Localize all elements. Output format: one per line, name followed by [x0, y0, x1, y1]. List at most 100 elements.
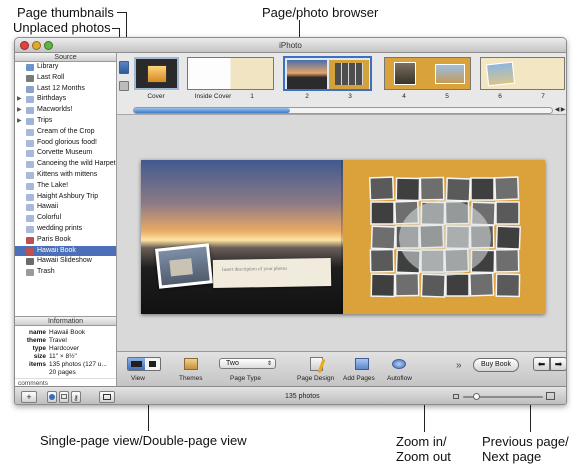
disclosure-triangle-icon[interactable]: ▶ — [17, 116, 22, 127]
page-4-photo — [394, 62, 416, 85]
source-item[interactable]: Last 12 Months — [15, 84, 116, 95]
zoom-window-button[interactable] — [44, 41, 53, 50]
single-page-view-button[interactable] — [145, 358, 160, 370]
source-item[interactable]: Hawaii Book — [15, 245, 116, 257]
more-chevron-icon[interactable]: » — [456, 360, 462, 371]
photo-collage[interactable] — [343, 160, 545, 314]
collage-tile[interactable] — [370, 273, 396, 298]
minimize-window-button[interactable] — [32, 41, 41, 50]
buy-book-button[interactable]: Buy Book — [473, 358, 519, 372]
page-thumb-4-5[interactable] — [384, 57, 471, 90]
source-item[interactable]: Corvette Museum — [15, 148, 116, 159]
page-label: 5 — [445, 93, 449, 100]
source-item[interactable]: ▶ Birthdays — [15, 94, 116, 105]
album-icon — [26, 182, 34, 190]
previous-page-button[interactable]: ⬅ — [533, 357, 550, 371]
collage-tile[interactable] — [495, 273, 521, 298]
next-page-button[interactable]: ➡ — [550, 357, 566, 371]
page-thumb-inside-cover[interactable] — [187, 57, 274, 90]
source-item[interactable]: Hawaii Slideshow — [15, 256, 116, 267]
collage-tile[interactable] — [470, 177, 495, 201]
left-page[interactable]: Insert description of your photos — [141, 160, 343, 314]
source-item[interactable]: Library — [15, 62, 116, 73]
collage-tile[interactable] — [493, 176, 520, 201]
zoom-slider-knob[interactable] — [473, 393, 480, 400]
keywords-button[interactable]: ⚷ — [71, 391, 81, 403]
source-item[interactable]: Trash — [15, 267, 116, 278]
page-thumb-6-7[interactable] — [480, 57, 565, 90]
right-page[interactable] — [343, 160, 545, 314]
source-item[interactable]: Paris Book — [15, 235, 116, 246]
source-item[interactable]: Colorful — [15, 213, 116, 224]
disclosure-triangle-icon[interactable]: ▶ — [17, 94, 22, 105]
info-button[interactable] — [47, 391, 57, 403]
collage-tile[interactable] — [495, 225, 521, 250]
disclosure-triangle-icon[interactable]: ▶ — [17, 105, 22, 116]
collage-tile[interactable] — [494, 248, 520, 273]
view-toggle[interactable] — [127, 357, 161, 371]
collage-tile[interactable] — [420, 273, 446, 298]
page-label: Inside Cover — [194, 93, 232, 100]
page-label: 3 — [348, 93, 352, 100]
page-design-button[interactable] — [309, 357, 327, 374]
page-label: 4 — [402, 93, 406, 100]
source-item[interactable]: Canoeing the wild Harpeth — [15, 159, 116, 170]
unplaced-photos-toggle[interactable] — [119, 81, 129, 91]
page-type-select[interactable]: Two ⇕ — [219, 358, 276, 369]
collage-tile[interactable] — [395, 177, 421, 202]
source-item[interactable]: ▶ Macworlds! — [15, 105, 116, 116]
source-item-label: Hawaii — [37, 203, 59, 211]
callout-next-page: Next page — [482, 449, 542, 464]
add-pages-button[interactable] — [353, 357, 371, 373]
collage-tile[interactable] — [495, 201, 520, 225]
page-thumbnails-toggle[interactable] — [119, 61, 129, 74]
collage-tile[interactable] — [445, 273, 470, 297]
info-row: name Hawaii Book — [15, 329, 116, 337]
info-value: 20 pages — [49, 369, 76, 376]
select-arrows-icon: ⇕ — [266, 361, 272, 367]
source-item-label: Food glorious food! — [37, 138, 97, 146]
book-spread[interactable]: Insert description of your photos — [141, 160, 545, 314]
collage-tile[interactable] — [370, 201, 395, 225]
collage-tile[interactable] — [419, 176, 445, 201]
page-label: 2 — [305, 93, 309, 100]
source-item[interactable]: Cream of the Crop — [15, 127, 116, 138]
close-window-button[interactable] — [20, 41, 29, 50]
source-item-label: Colorful — [37, 214, 62, 222]
page-browser-scrollbar[interactable] — [133, 107, 553, 114]
collage-tile[interactable] — [394, 272, 420, 297]
scroll-right-button[interactable]: ▶ — [560, 106, 566, 114]
collage-tile[interactable] — [468, 272, 495, 297]
autoflow-button[interactable] — [390, 357, 408, 373]
collage-tile[interactable] — [368, 176, 395, 201]
callout-zoom-out: Zoom out — [396, 449, 451, 464]
source-item[interactable]: Food glorious food! — [15, 138, 116, 149]
inset-photo[interactable] — [155, 243, 213, 289]
page-thumb-cover[interactable] — [134, 57, 179, 90]
caption-box[interactable]: Insert description of your photos — [212, 257, 332, 289]
autoflow-icon — [392, 359, 406, 369]
page-thumb-2-3-selected[interactable] — [283, 56, 372, 91]
zoom-large-icon — [546, 392, 555, 400]
source-item[interactable]: Haight Ashbury Trip — [15, 192, 116, 203]
source-item-label: wedding prints — [37, 224, 83, 232]
source-item[interactable]: Last Roll — [15, 73, 116, 84]
calendar-button[interactable] — [59, 391, 69, 403]
information-rows: name Hawaii Book theme Travel type Hardcover s… — [15, 326, 116, 377]
themes-button[interactable] — [182, 358, 200, 372]
source-item[interactable]: Hawaii — [15, 202, 116, 213]
scrollbar-thumb[interactable] — [134, 108, 290, 113]
source-item[interactable]: wedding prints — [15, 224, 116, 235]
source-item[interactable]: Kittens with mittens — [15, 170, 116, 181]
source-item[interactable]: ▶ Trips — [15, 116, 116, 127]
collage-tile[interactable] — [445, 177, 471, 202]
collage-tile[interactable] — [370, 225, 396, 250]
callout-prev-page: Previous page/ — [482, 434, 569, 449]
double-page-view-button[interactable] — [128, 358, 145, 370]
album-icon — [26, 139, 34, 147]
add-album-button[interactable]: + — [21, 391, 37, 403]
zoom-slider[interactable] — [463, 393, 543, 400]
slideshow-button[interactable] — [99, 391, 115, 403]
collage-tile[interactable] — [369, 248, 395, 273]
source-item[interactable]: The Lake! — [15, 181, 116, 192]
